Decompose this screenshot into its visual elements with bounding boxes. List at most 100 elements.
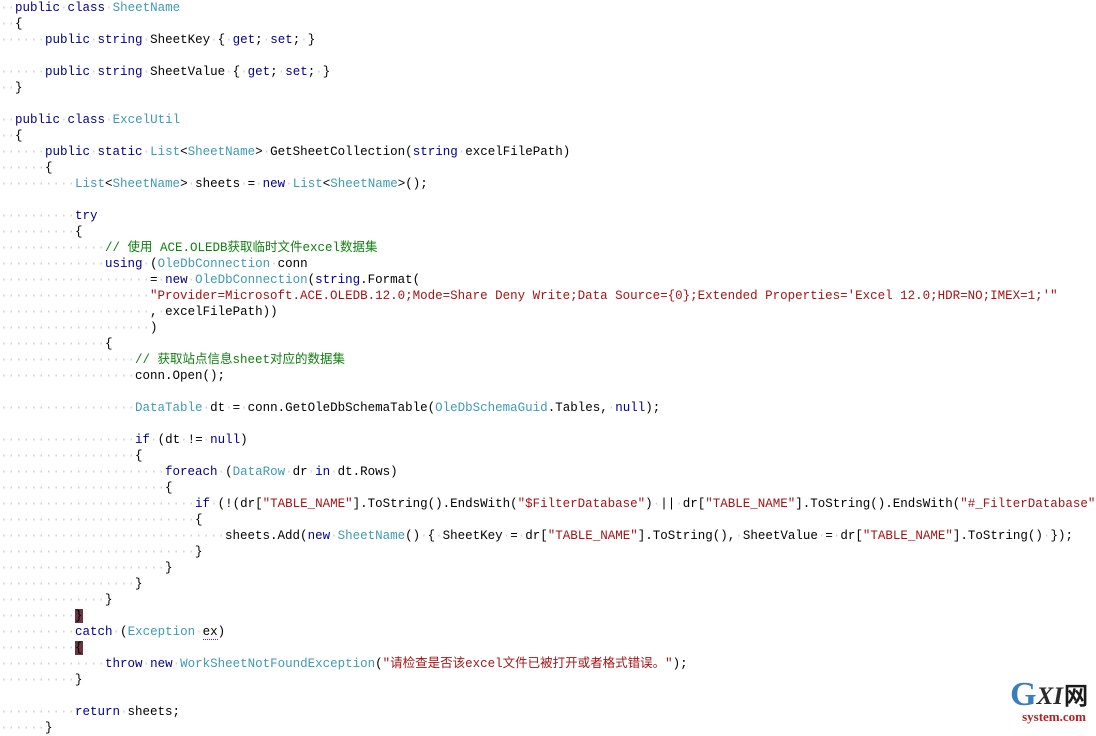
code-token-brace: }: [75, 609, 83, 623]
whitespace-dots: ······················: [0, 465, 166, 479]
code-line[interactable]: ··················}: [0, 576, 1096, 592]
code-token-kw: new: [165, 273, 188, 287]
code-token-kw: in: [315, 465, 331, 479]
code-token-type: Exception: [127, 625, 196, 639]
code-token-type: SheetName: [112, 177, 181, 191]
code-line[interactable]: ··········List<SheetName>·sheets·=·new·L…: [0, 176, 1096, 192]
code-token-type: List: [150, 145, 181, 159]
code-line[interactable]: ······public·string·SheetValue·{·get;·se…: [0, 64, 1096, 80]
watermark-logo-row: G XI 网: [938, 678, 1088, 712]
code-token-plain: }: [322, 65, 331, 79]
code-token-plain: <: [180, 145, 188, 159]
code-token-kw: public: [45, 65, 91, 79]
code-token-type: SheetName: [112, 1, 181, 15]
code-token-type: WorkSheetNotFoundException: [180, 657, 376, 671]
code-line[interactable]: ··················{: [0, 448, 1096, 464]
code-line[interactable]: ··········{: [0, 640, 1096, 656]
code-line[interactable]: ··{: [0, 128, 1096, 144]
code-line[interactable]: ··················// 获取站点信息sheet对应的数据集: [0, 352, 1096, 368]
code-line[interactable]: ······················}: [0, 560, 1096, 576]
code-token-ws: ·: [202, 433, 211, 447]
whitespace-dots: ··················: [0, 353, 136, 367]
code-line[interactable]: ······························sheets.Add…: [0, 528, 1096, 544]
code-line[interactable]: ··························if·(!(dr["TABL…: [0, 496, 1096, 512]
code-token-plain: }: [75, 673, 83, 687]
code-token-ws: ·: [105, 113, 113, 127]
code-token-kw: catch: [75, 625, 113, 639]
code-token-ws: ·: [225, 65, 233, 79]
code-token-plain: .Tables,: [547, 401, 608, 415]
watermark-logo-xi: XI: [1036, 683, 1063, 710]
code-line[interactable]: [0, 48, 1096, 64]
code-line[interactable]: [0, 96, 1096, 112]
code-line[interactable]: ····················"Provider=Microsoft.…: [0, 288, 1096, 304]
code-token-type: List: [292, 177, 323, 191]
code-token-plain: dr: [292, 465, 308, 479]
code-token-plain: }: [195, 545, 203, 559]
code-line[interactable]: ··············using·(OleDbConnection·con…: [0, 256, 1096, 272]
code-line[interactable]: ··························}: [0, 544, 1096, 560]
code-token-plain: excelFilePath): [465, 145, 571, 159]
code-line[interactable]: ··················if·(dt·!=·null): [0, 432, 1096, 448]
code-line[interactable]: ··········try: [0, 208, 1096, 224]
code-token-ws: ·: [187, 177, 196, 191]
code-token-plain: {: [135, 449, 143, 463]
code-token-type: SheetName: [187, 145, 256, 159]
code-line[interactable]: [0, 384, 1096, 400]
code-line[interactable]: ····················,·excelFilePath)): [0, 304, 1096, 320]
code-line[interactable]: ······················foreach·(DataRow·d…: [0, 464, 1096, 480]
whitespace-dots: ··························: [0, 497, 196, 511]
code-line[interactable]: ······}: [0, 720, 1096, 736]
code-line[interactable]: ··············// 使用 ACE.OLEDB获取临时文件excel…: [0, 240, 1096, 256]
code-line[interactable]: [0, 688, 1096, 704]
code-token-plain: }: [45, 721, 53, 735]
code-line[interactable]: ··············{: [0, 336, 1096, 352]
code-token-plain: >: [255, 145, 263, 159]
code-line[interactable]: ··············}: [0, 592, 1096, 608]
code-line[interactable]: ··········catch·(Exception·ex): [0, 624, 1096, 640]
code-token-ws: ·: [240, 65, 248, 79]
code-line[interactable]: ··}: [0, 80, 1096, 96]
code-token-plain: {: [15, 17, 23, 31]
code-token-plain: (: [307, 273, 316, 287]
code-token-type: OleDbConnection: [195, 273, 308, 287]
code-line[interactable]: ··········{: [0, 224, 1096, 240]
code-line[interactable]: [0, 416, 1096, 432]
code-token-type: OleDbSchemaGuid: [435, 401, 548, 415]
code-line[interactable]: ······{: [0, 160, 1096, 176]
code-line[interactable]: ······················{: [0, 480, 1096, 496]
code-line[interactable]: ··············throw·new·WorkSheetNotFoun…: [0, 656, 1096, 672]
code-token-plain: });: [1050, 529, 1073, 543]
code-line[interactable]: ··public·class·ExcelUtil: [0, 112, 1096, 128]
code-line[interactable]: ··········}: [0, 608, 1096, 624]
code-token-type: DataRow: [232, 465, 286, 479]
code-line[interactable]: ······public·static·List<SheetName>·GetS…: [0, 144, 1096, 160]
code-line[interactable]: ··{: [0, 16, 1096, 32]
whitespace-dots: ··················: [0, 577, 136, 591]
code-line[interactable]: ····················): [0, 320, 1096, 336]
code-line[interactable]: ··················DataTable·dt·=·conn.Ge…: [0, 400, 1096, 416]
code-token-plain: dr[: [525, 529, 548, 543]
code-token-plain: SheetKey: [442, 529, 503, 543]
code-line[interactable]: ····················=·new·OleDbConnectio…: [0, 272, 1096, 288]
code-token-plain: ): [240, 433, 248, 447]
code-line[interactable]: ··public·class·SheetName: [0, 0, 1096, 16]
code-token-ws: ·: [285, 177, 293, 191]
code-line[interactable]: [0, 192, 1096, 208]
code-line[interactable]: ··········}: [0, 672, 1096, 688]
code-content[interactable]: ··public·class·SheetName ··{······public·…: [0, 0, 1096, 736]
whitespace-dots: ······················: [0, 481, 166, 495]
code-token-ws: ·: [675, 497, 683, 511]
code-token-type: SheetName: [337, 529, 406, 543]
code-token-plain: ||: [660, 497, 676, 511]
code-token-kw: public: [45, 145, 91, 159]
code-line[interactable]: ······public·string·SheetKey·{·get;·set;…: [0, 32, 1096, 48]
code-token-ws: ·: [90, 65, 98, 79]
code-editor-surface[interactable]: ··public·class·SheetName ··{······public·…: [0, 0, 1096, 735]
code-line[interactable]: ··········return·sheets;: [0, 704, 1096, 720]
code-token-kw: public: [45, 33, 91, 47]
code-token-kw: static: [97, 145, 143, 159]
code-token-plain: {: [217, 33, 226, 47]
code-line[interactable]: ··················conn.Open();: [0, 368, 1096, 384]
code-line[interactable]: ··························{: [0, 512, 1096, 528]
